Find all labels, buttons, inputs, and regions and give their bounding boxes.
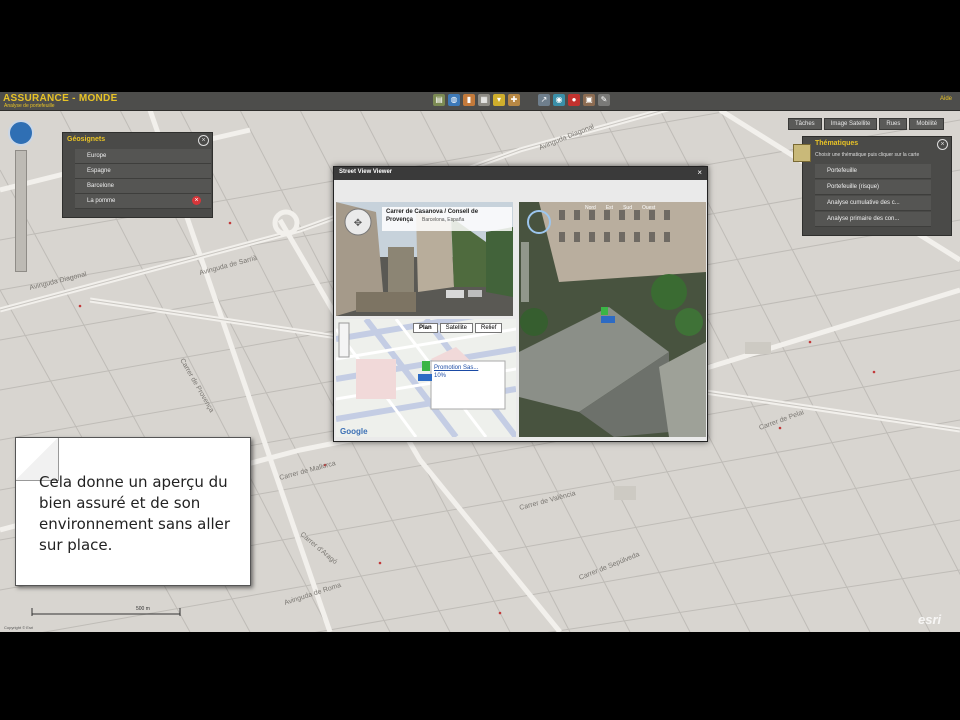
delete-icon[interactable]: × (192, 196, 201, 205)
map-button[interactable]: Plan (413, 323, 438, 333)
separator (523, 94, 535, 106)
close-icon[interactable]: × (937, 139, 948, 150)
panel-intro: Choisir une thématique puis cliquer sur … (815, 152, 920, 158)
close-icon[interactable]: × (697, 168, 702, 177)
google-logo: Google (340, 427, 368, 436)
thematic-item[interactable]: Analyse cumulative des c... (815, 196, 931, 211)
pan-compass-icon[interactable] (8, 120, 34, 146)
geosignets-panel: Géosignets × Europe Espagne Barcelone La… (62, 132, 213, 218)
satellite-button[interactable]: Satellite (439, 323, 474, 333)
thematic-item[interactable]: Analyse primaire des con... (815, 212, 931, 227)
thematiques-panel: Thématiques × Choisir une thématique pui… (793, 136, 952, 236)
scale-bar: 500 m (31, 606, 181, 616)
aerial-view[interactable]: Nord Est Sud Ouest (519, 202, 706, 437)
address-line: Provença (386, 217, 414, 223)
pan-control-icon: ✥ (354, 218, 362, 229)
poi-link[interactable]: Promotion Sas... (434, 365, 478, 371)
bookmark-item-barcelone[interactable]: Barcelone (75, 179, 211, 194)
poi-detail: 10% (434, 373, 447, 379)
bookmark-label: La pomme (87, 198, 116, 204)
bookmark-icon[interactable]: ▮ (463, 94, 475, 106)
bookmark-item-espagne[interactable]: Espagne (75, 164, 211, 179)
app-subtitle: Analyse de portefeuille (4, 103, 55, 109)
thematic-item[interactable]: Portefeuille (815, 164, 931, 179)
globe-icon[interactable]: ◍ (448, 94, 460, 106)
zoom-slider[interactable] (15, 150, 27, 272)
panel-title: Géosignets (67, 136, 106, 143)
minimap[interactable]: Google Plan Satellite Relief Promotion S… (336, 319, 516, 437)
caption-note: Cela donne un aperçu du bien assuré et d… (15, 437, 251, 586)
aerial-direction-tabs: Nord Est Sud Ouest (585, 205, 655, 211)
street-view-panorama[interactable]: ✥ Carrer de Casanova / Consell de Proven… (336, 202, 513, 316)
tab-rues[interactable]: Rues (879, 118, 908, 130)
tab-taches[interactable]: Tâches (788, 118, 822, 130)
stop-icon[interactable]: ● (568, 94, 580, 106)
help-link[interactable]: Aide (940, 96, 952, 102)
eye-icon[interactable]: ◉ (553, 94, 565, 106)
panel-title: Thématiques (815, 140, 859, 147)
address-line: Carrer de Casanova / Consell de (386, 209, 479, 215)
measure-icon[interactable]: ↗ (538, 94, 550, 106)
aerial-image (519, 202, 706, 437)
bookmark-item-europe[interactable]: Europe (75, 149, 211, 164)
caption-text: Cela donne un aperçu du bien assuré et d… (39, 473, 231, 554)
esri-logo: esri (918, 612, 942, 627)
window-titlebar: Street View Viewer × (334, 167, 707, 180)
thematic-icon (793, 144, 811, 162)
draw-icon[interactable]: ✎ (598, 94, 610, 106)
main-toolbar: ▤ ◍ ▮ ▦ ▾ ✚ ↗ ◉ ● ▣ ✎ (433, 94, 610, 108)
basemap-tabs: Tâches Image Satellite Rues Mobilité (788, 118, 945, 130)
app-header: ASSURANCE - MONDE Analyse de portefeuill… (0, 92, 960, 111)
thematic-item[interactable]: Portefeuille (risque) (815, 180, 931, 195)
tab-mobilite[interactable]: Mobilité (909, 118, 945, 130)
top-letterbox (0, 0, 960, 92)
bookmark-item-pomme[interactable]: La pomme × (75, 194, 211, 209)
tab-satellite[interactable]: Image Satellite (823, 118, 878, 130)
street-view-window: Street View Viewer × ✥ Carrer de Casanov… (333, 166, 708, 442)
scale-label: 500 m (136, 606, 150, 612)
address-city: Barcelona, España (422, 217, 465, 223)
direction-tab-west[interactable]: Ouest (642, 205, 655, 211)
direction-tab-south[interactable]: Sud (623, 205, 632, 211)
close-icon[interactable]: × (198, 135, 209, 146)
direction-tab-east[interactable]: Est (606, 205, 613, 211)
minimap-graphic: Google (336, 319, 516, 437)
relief-button[interactable]: Relief (475, 323, 503, 333)
bottom-letterbox (0, 632, 960, 720)
image-icon[interactable]: ▣ (583, 94, 595, 106)
marker-icon[interactable]: ▾ (493, 94, 505, 106)
map-type-buttons: Plan Satellite Relief (413, 323, 503, 333)
direction-tab-north[interactable]: Nord (585, 205, 596, 211)
window-title: Street View Viewer (339, 169, 393, 175)
print-icon[interactable]: ▦ (478, 94, 490, 106)
copyright: Copyright © Esri (4, 625, 34, 630)
layers-icon[interactable]: ▤ (433, 94, 445, 106)
puzzle-icon[interactable]: ✚ (508, 94, 520, 106)
